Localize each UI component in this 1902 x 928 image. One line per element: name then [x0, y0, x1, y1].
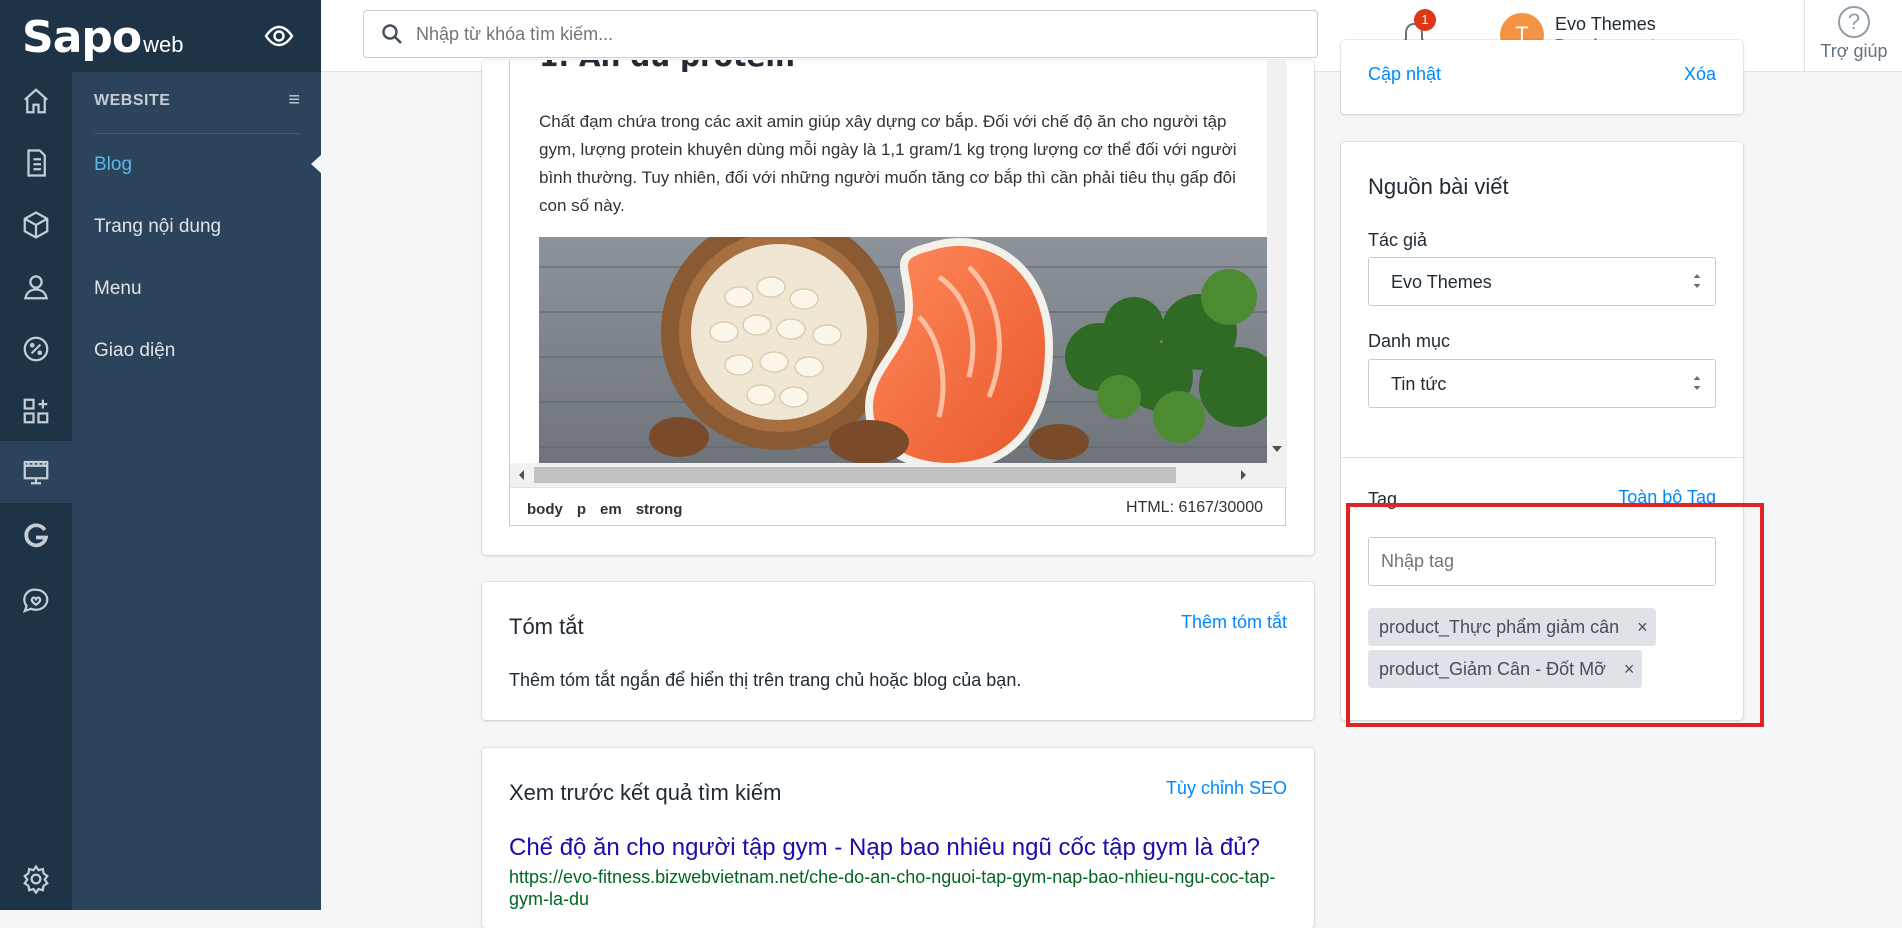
- select-arrows-icon: [1693, 376, 1701, 390]
- orders-icon[interactable]: [17, 144, 55, 182]
- search-input[interactable]: [416, 23, 1266, 45]
- customers-icon[interactable]: [17, 268, 55, 306]
- summary-card: Tóm tắt Thêm tóm tắt Thêm tóm tắt ngắn đ…: [482, 582, 1314, 720]
- website-icon[interactable]: [17, 453, 55, 491]
- chat-icon[interactable]: [17, 582, 55, 620]
- select-arrows-icon: [1693, 274, 1701, 288]
- publish-card: Cập nhật Xóa: [1341, 40, 1743, 114]
- highlight-box: [1346, 503, 1764, 727]
- horizontal-scrollbar[interactable]: [510, 463, 1287, 487]
- element-path: body p em strong: [527, 501, 682, 518]
- add-summary-link[interactable]: Thêm tóm tắt: [1181, 612, 1287, 633]
- author-value: Evo Themes: [1391, 272, 1492, 292]
- path-item[interactable]: strong: [636, 501, 683, 518]
- author-select[interactable]: Evo Themes: [1368, 257, 1716, 306]
- nav-section-title: WEBSITE: [94, 92, 171, 109]
- path-item[interactable]: body: [527, 501, 563, 518]
- secondary-nav: [72, 72, 321, 910]
- food-image: [539, 237, 1267, 463]
- help-button[interactable]: ? Trợ giúp: [1804, 0, 1902, 72]
- vertical-scrollbar[interactable]: [1267, 60, 1287, 463]
- settings-icon[interactable]: [17, 860, 55, 898]
- divider: [1341, 457, 1743, 458]
- category-value: Tin tức: [1391, 374, 1447, 394]
- account-name[interactable]: Evo Themes: [1555, 14, 1656, 35]
- category-select[interactable]: Tin tức: [1368, 359, 1716, 408]
- customize-seo-link[interactable]: Tùy chỉnh SEO: [1166, 778, 1287, 799]
- nav-item-pages[interactable]: Trang nội dung: [94, 216, 221, 238]
- seo-preview-url: https://evo-fitness.bizwebvietnam.net/ch…: [509, 867, 1276, 909]
- rich-text-editor[interactable]: 1. Ăn đủ protein Chất đạm chứa trong các…: [509, 60, 1287, 526]
- question-icon: ?: [1838, 6, 1870, 38]
- logo-sub: web: [143, 32, 184, 57]
- logo-brand: Sapo: [22, 12, 142, 63]
- menu-icon[interactable]: ≡: [288, 90, 300, 110]
- icon-rail: [0, 0, 72, 910]
- editor-heading: 1. Ăn đủ protein: [539, 60, 795, 73]
- discount-icon[interactable]: [17, 330, 55, 368]
- search-box[interactable]: [363, 10, 1318, 58]
- logo-bar: Sapo web: [0, 0, 321, 72]
- nav-header: WEBSITE ≡: [94, 90, 300, 134]
- summary-text: Thêm tóm tắt ngắn để hiển thị trên trang…: [509, 670, 1022, 690]
- author-label: Tác giả: [1368, 230, 1428, 250]
- products-icon[interactable]: [17, 206, 55, 244]
- active-caret: [311, 155, 321, 173]
- search-icon: [382, 24, 402, 44]
- content-card: 1. Ăn đủ protein Chất đạm chứa trong các…: [482, 60, 1314, 555]
- notification-badge: 1: [1414, 9, 1436, 31]
- summary-title: Tóm tắt: [509, 614, 584, 639]
- google-icon[interactable]: [17, 516, 55, 554]
- apps-icon[interactable]: [17, 392, 55, 430]
- seo-title: Xem trước kết quả tìm kiếm: [509, 780, 782, 805]
- seo-preview-card: Xem trước kết quả tìm kiếm Tùy chỉnh SEO…: [482, 748, 1314, 928]
- home-icon[interactable]: [17, 82, 55, 120]
- category-label: Danh mục: [1368, 331, 1451, 351]
- help-label: Trợ giúp: [1820, 41, 1888, 61]
- nav-item-menu[interactable]: Menu: [94, 278, 142, 300]
- nav-item-theme[interactable]: Giao diện: [94, 340, 175, 362]
- sapo-logo[interactable]: Sapo web: [22, 12, 183, 63]
- nav-item-blog[interactable]: Blog: [94, 154, 132, 176]
- update-link[interactable]: Cập nhật: [1368, 64, 1441, 85]
- editor-paragraph: Chất đạm chứa trong các axit amin giúp x…: [539, 112, 1237, 215]
- delete-link[interactable]: Xóa: [1684, 64, 1716, 85]
- seo-preview-title: Chế độ ăn cho người tập gym - Nạp bao nh…: [509, 834, 1260, 861]
- html-count: HTML: 6167/30000: [1126, 499, 1263, 516]
- editor-content[interactable]: 1. Ăn đủ protein Chất đạm chứa trong các…: [510, 60, 1267, 463]
- path-item[interactable]: em: [600, 501, 622, 518]
- source-title: Nguồn bài viết: [1368, 174, 1509, 199]
- path-item[interactable]: p: [577, 501, 586, 518]
- editor-status-bar: body p em strong HTML: 6167/30000: [510, 487, 1287, 526]
- eye-icon[interactable]: [264, 22, 294, 50]
